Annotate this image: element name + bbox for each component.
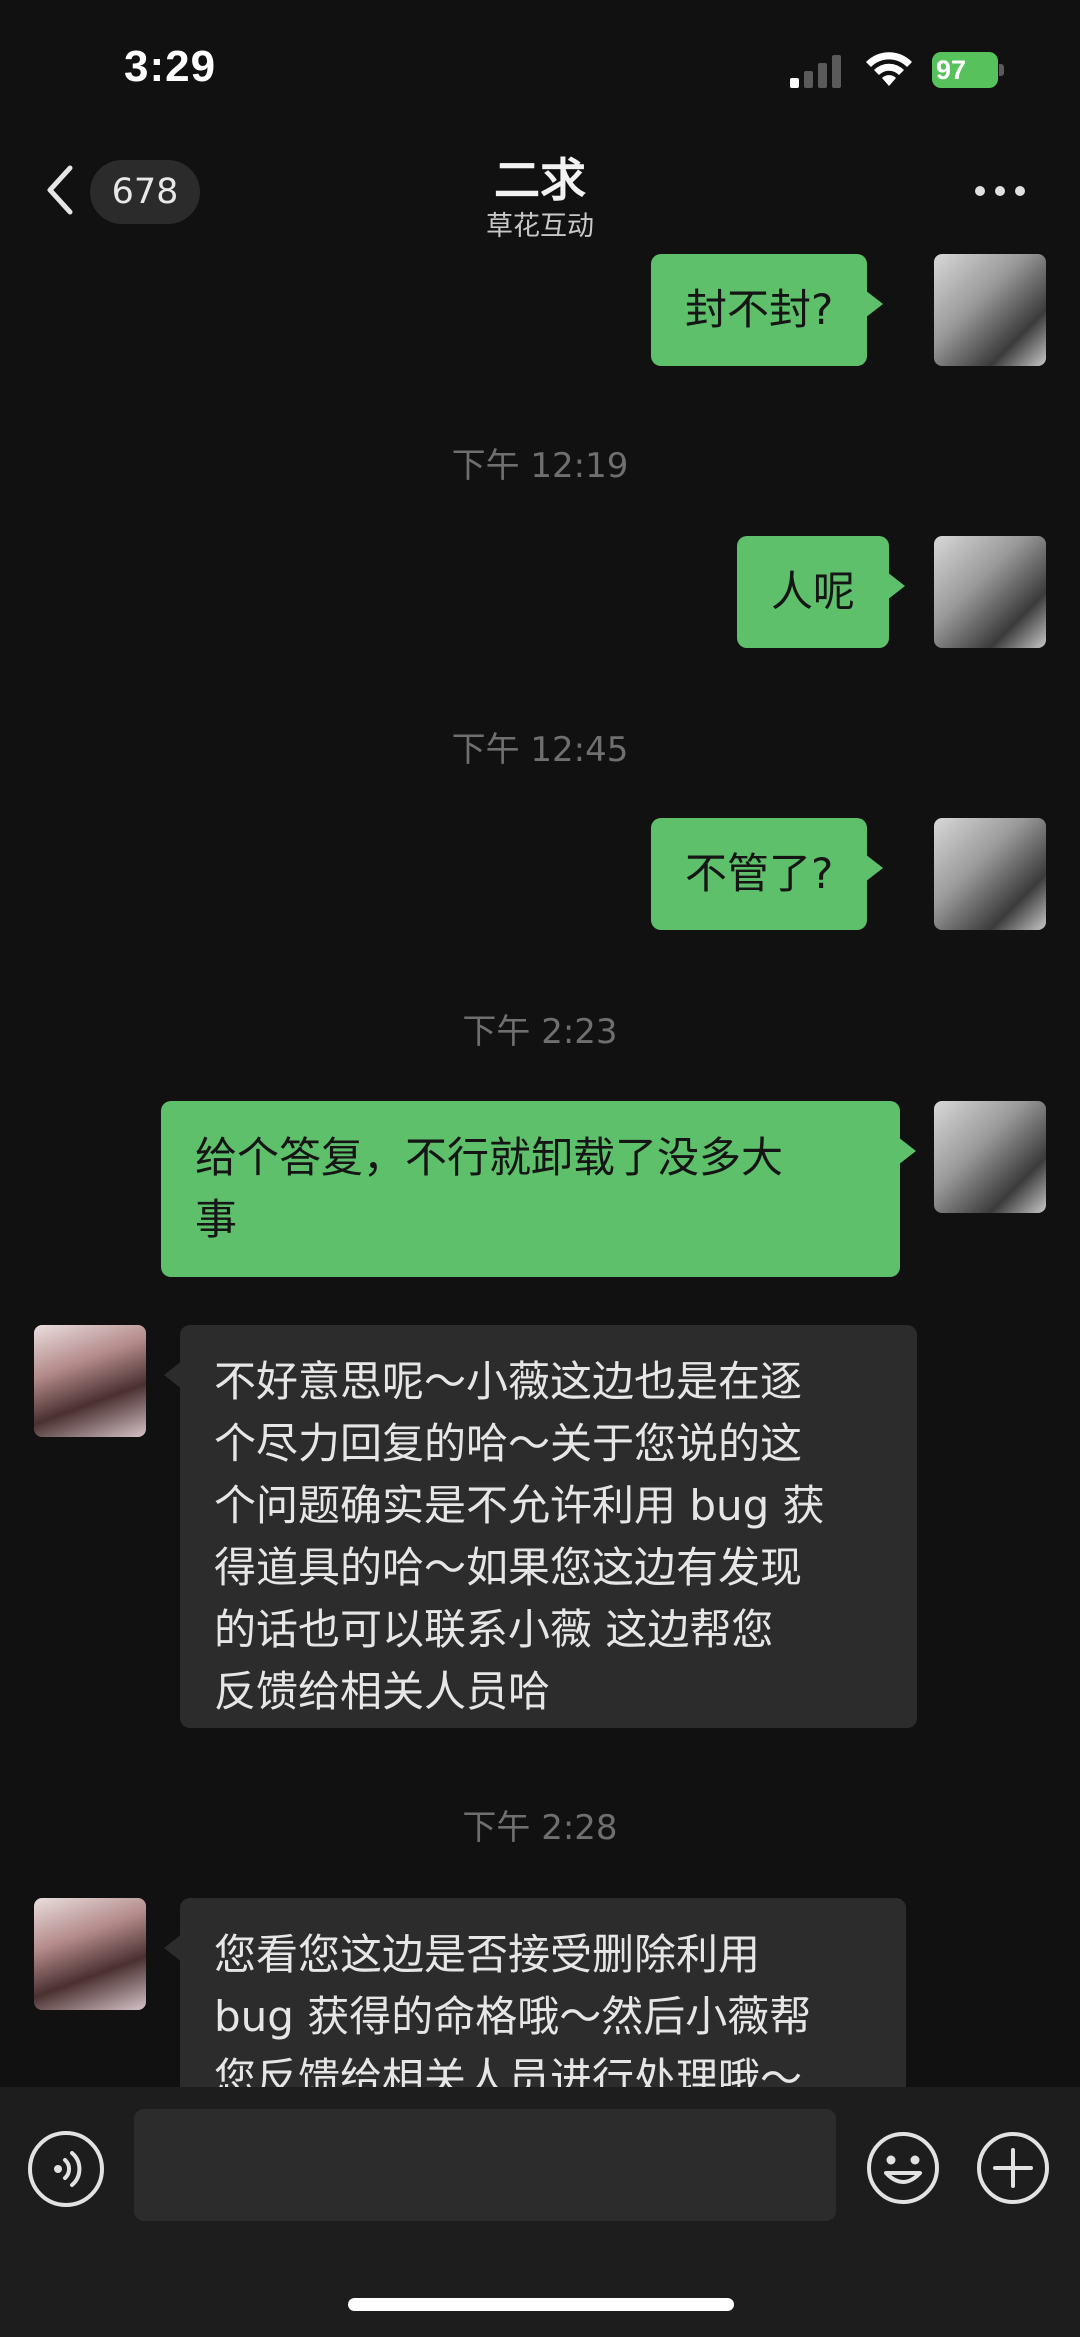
incoming-message[interactable]: 不好意思呢～小薇这边也是在逐 个尽力回复的哈～关于您说的这 个问题确实是不允许利… — [164, 1325, 917, 1728]
emoji-icon[interactable] — [864, 2129, 942, 2207]
avatar-self[interactable] — [934, 1101, 1046, 1213]
message-timestamp: 下午 2:23 — [462, 1012, 618, 1052]
avatar-contact[interactable] — [34, 1325, 146, 1437]
message-timestamp: 下午 2:28 — [462, 1808, 618, 1848]
battery-icon: 97 — [932, 52, 1004, 88]
message-line: 反馈给相关人员哈 — [214, 1667, 551, 1716]
outgoing-message[interactable]: 人呢 — [737, 536, 906, 648]
chat-header: 678 二求 草花互动 — [0, 130, 1080, 250]
message-line: bug 获得的命格哦～然后小薇帮 — [214, 1992, 812, 2041]
message-line: 给个答复，不行就卸载了没多大 — [195, 1133, 784, 1182]
message-input[interactable] — [134, 2109, 836, 2221]
chat-subtitle: 草花互动 — [486, 211, 594, 242]
message-line: 的话也可以联系小薇 这边帮您 — [214, 1605, 774, 1654]
battery-level: 97 — [936, 55, 967, 85]
avatar-self[interactable] — [934, 536, 1046, 648]
voice-icon[interactable] — [28, 2131, 104, 2207]
home-indicator[interactable] — [348, 2298, 734, 2311]
avatar-self[interactable] — [934, 818, 1046, 930]
message-line: 不好意思呢～小薇这边也是在逐 — [214, 1357, 803, 1406]
message-text: 封不封? — [685, 285, 834, 334]
chat-title: 二求 — [494, 153, 586, 207]
message-line: 个问题确实是不允许利用 bug 获 — [214, 1481, 825, 1530]
message-timestamp: 下午 12:45 — [451, 730, 629, 770]
status-bar: 3:29 97 — [0, 0, 1080, 130]
message-text: 不管了? — [685, 849, 834, 898]
avatar-contact[interactable] — [34, 1898, 146, 2010]
cellular-signal-icon — [790, 55, 841, 88]
outgoing-message[interactable]: 不管了? — [651, 818, 884, 930]
message-line: 得道具的哈～如果您这边有发现 — [214, 1543, 803, 1592]
message-line: 事 — [195, 1195, 238, 1244]
outgoing-message[interactable]: 封不封? — [651, 254, 884, 366]
message-timestamp: 下午 12:19 — [451, 446, 629, 486]
message-line: 个尽力回复的哈～关于您说的这 — [214, 1419, 803, 1468]
outgoing-message[interactable]: 给个答复，不行就卸载了没多大 事 — [161, 1101, 916, 1277]
wifi-icon — [866, 52, 912, 86]
avatar-self[interactable] — [934, 254, 1046, 366]
status-time: 3:29 — [124, 42, 217, 91]
more-dots-icon[interactable] — [970, 176, 1030, 206]
message-text: 人呢 — [771, 567, 856, 616]
plus-icon[interactable] — [974, 2129, 1052, 2207]
message-line: 您看您这边是否接受删除利用 — [214, 1930, 761, 1979]
